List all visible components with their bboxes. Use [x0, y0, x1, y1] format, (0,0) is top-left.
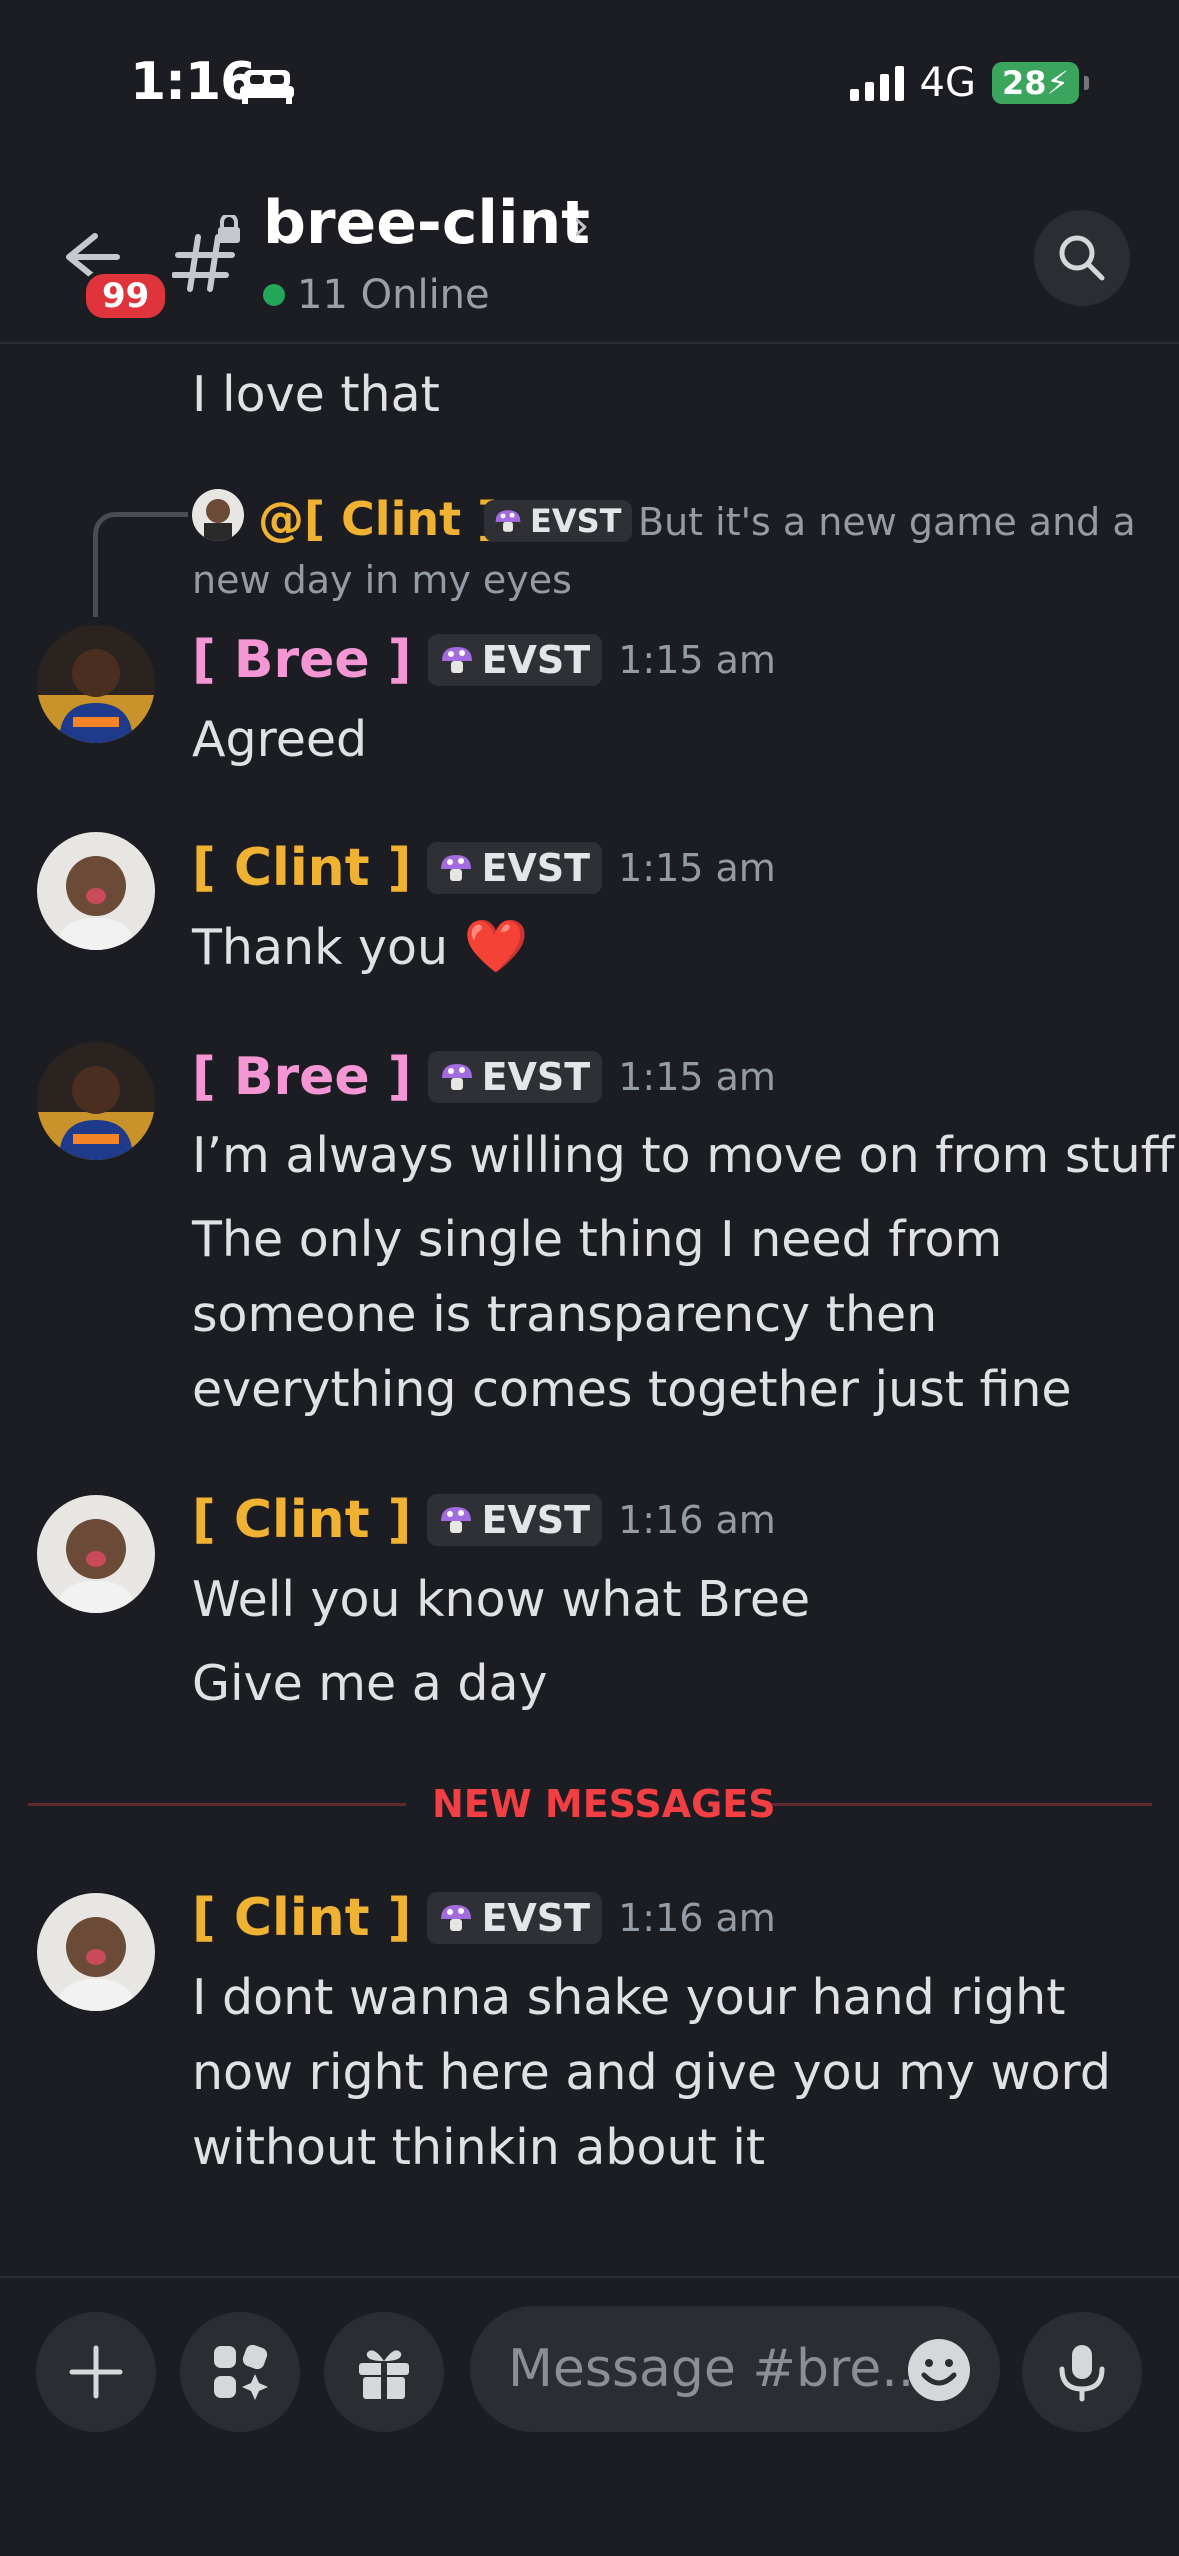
author-name[interactable]: [ Clint ]	[192, 1490, 411, 1550]
timestamp: 1:15 am	[618, 846, 776, 890]
message-text: everything comes together just fine	[192, 1361, 1072, 1418]
avatar-bree[interactable]	[37, 1042, 155, 1160]
avatar-clint[interactable]	[37, 1495, 155, 1613]
reply-preview-cont[interactable]: new day in my eyes	[192, 558, 572, 602]
author-name[interactable]: [ Clint ]	[192, 1888, 411, 1948]
guild-tag: EVST	[484, 500, 632, 542]
message-text: I dont wanna shake your hand right	[192, 1969, 1066, 2026]
new-messages-divider: NEW MESSAGES	[432, 1782, 776, 1826]
mushroom-icon	[441, 855, 472, 881]
microphone-icon	[1059, 2345, 1105, 2402]
guild-tag-label: EVST	[481, 846, 591, 890]
message-text: Give me a day	[192, 1655, 548, 1712]
voice-message-button[interactable]	[1022, 2312, 1142, 2432]
channel-title[interactable]: bree-clint	[263, 188, 590, 258]
timestamp: 1:15 am	[618, 638, 776, 682]
message-text: I’m always willing to move on from stuff	[192, 1127, 1175, 1184]
message-header: [ Clint ] EVST 1:16 am	[192, 1490, 776, 1550]
status-indicators: 4G 28⚡	[849, 60, 1089, 106]
chevron-right-icon[interactable]: ›	[572, 200, 590, 251]
author-name[interactable]: [ Bree ]	[192, 1047, 412, 1107]
search-icon	[1059, 235, 1105, 281]
mushroom-icon	[441, 1905, 472, 1931]
mushroom-icon	[441, 1507, 472, 1533]
message-text: The only single thing I need from	[192, 1211, 1003, 1268]
new-messages-line	[772, 1803, 1152, 1806]
mushroom-icon	[441, 647, 472, 673]
online-dot-icon	[263, 284, 285, 306]
emoji-picker-icon[interactable]	[906, 2337, 972, 2403]
author-name[interactable]: [ Clint ]	[192, 838, 411, 898]
apps-sparkle-icon	[214, 2344, 268, 2400]
message-text: I love that	[192, 366, 440, 423]
apps-button[interactable]	[180, 2312, 300, 2432]
mushroom-icon	[495, 510, 521, 532]
guild-tag: EVST	[427, 1051, 603, 1103]
message-header: [ Clint ] EVST 1:15 am	[192, 838, 776, 898]
message-text: Agreed	[192, 711, 368, 768]
guild-tag-label: EVST	[481, 1498, 591, 1542]
message-header: [ Clint ] EVST 1:16 am	[192, 1888, 776, 1948]
new-messages-line	[28, 1803, 406, 1806]
reply-preview[interactable]: But it's a new game and a	[638, 500, 1136, 544]
battery-level: 28	[1002, 64, 1047, 102]
timestamp: 1:16 am	[618, 1896, 776, 1940]
guild-tag-label: EVST	[481, 1896, 591, 1940]
online-label: 11 Online	[297, 272, 490, 318]
guild-tag: EVST	[427, 1892, 603, 1944]
message-text: without thinkin about it	[192, 2119, 766, 2176]
composer-divider	[0, 2276, 1179, 2278]
battery-icon: 28⚡	[992, 62, 1089, 104]
gift-icon	[359, 2350, 409, 2399]
message-text-content: Thank you	[192, 919, 449, 976]
message-text: someone is transparency then	[192, 1286, 938, 1343]
guild-tag: EVST	[427, 1494, 603, 1546]
guild-tag: EVST	[427, 842, 603, 894]
avatar-bree[interactable]	[37, 625, 155, 743]
bed-icon	[240, 66, 294, 110]
timestamp: 1:16 am	[618, 1498, 776, 1542]
avatar-clint[interactable]	[37, 1893, 155, 2011]
guild-tag-label: EVST	[481, 1055, 591, 1099]
message-text: Thank you ❤️	[192, 910, 528, 985]
message-header: [ Bree ] EVST 1:15 am	[192, 1047, 776, 1107]
timestamp: 1:15 am	[618, 1055, 776, 1099]
unread-badge: 99	[82, 270, 170, 322]
avatar[interactable]	[192, 489, 244, 541]
reply-author[interactable]: @[ Clint ]	[258, 492, 498, 546]
guild-tag-label: EVST	[481, 638, 591, 682]
message-header: [ Bree ] EVST 1:15 am	[192, 630, 776, 690]
network-type: 4G	[919, 60, 976, 106]
message-text: Well you know what Bree	[192, 1571, 811, 1628]
heart-emoji: ❤️	[463, 917, 529, 977]
status-time: 1:16	[130, 52, 256, 112]
message-text: now right here and give you my word	[192, 2044, 1111, 2101]
reply-connector	[93, 512, 188, 617]
add-attachment-button[interactable]	[36, 2312, 156, 2432]
plus-icon	[69, 2345, 123, 2399]
message-input-placeholder: Message #bre...	[508, 2339, 931, 2399]
search-button[interactable]	[1034, 210, 1130, 306]
guild-tag-label: EVST	[530, 502, 622, 540]
guild-tag: EVST	[427, 634, 603, 686]
header-divider	[0, 342, 1179, 344]
private-channel-icon	[171, 213, 242, 295]
avatar-clint[interactable]	[37, 832, 155, 950]
gift-button[interactable]	[324, 2312, 444, 2432]
signal-icon	[849, 65, 904, 101]
mushroom-icon	[441, 1064, 472, 1090]
online-count: 11 Online	[263, 272, 490, 318]
author-name[interactable]: [ Bree ]	[192, 630, 412, 690]
